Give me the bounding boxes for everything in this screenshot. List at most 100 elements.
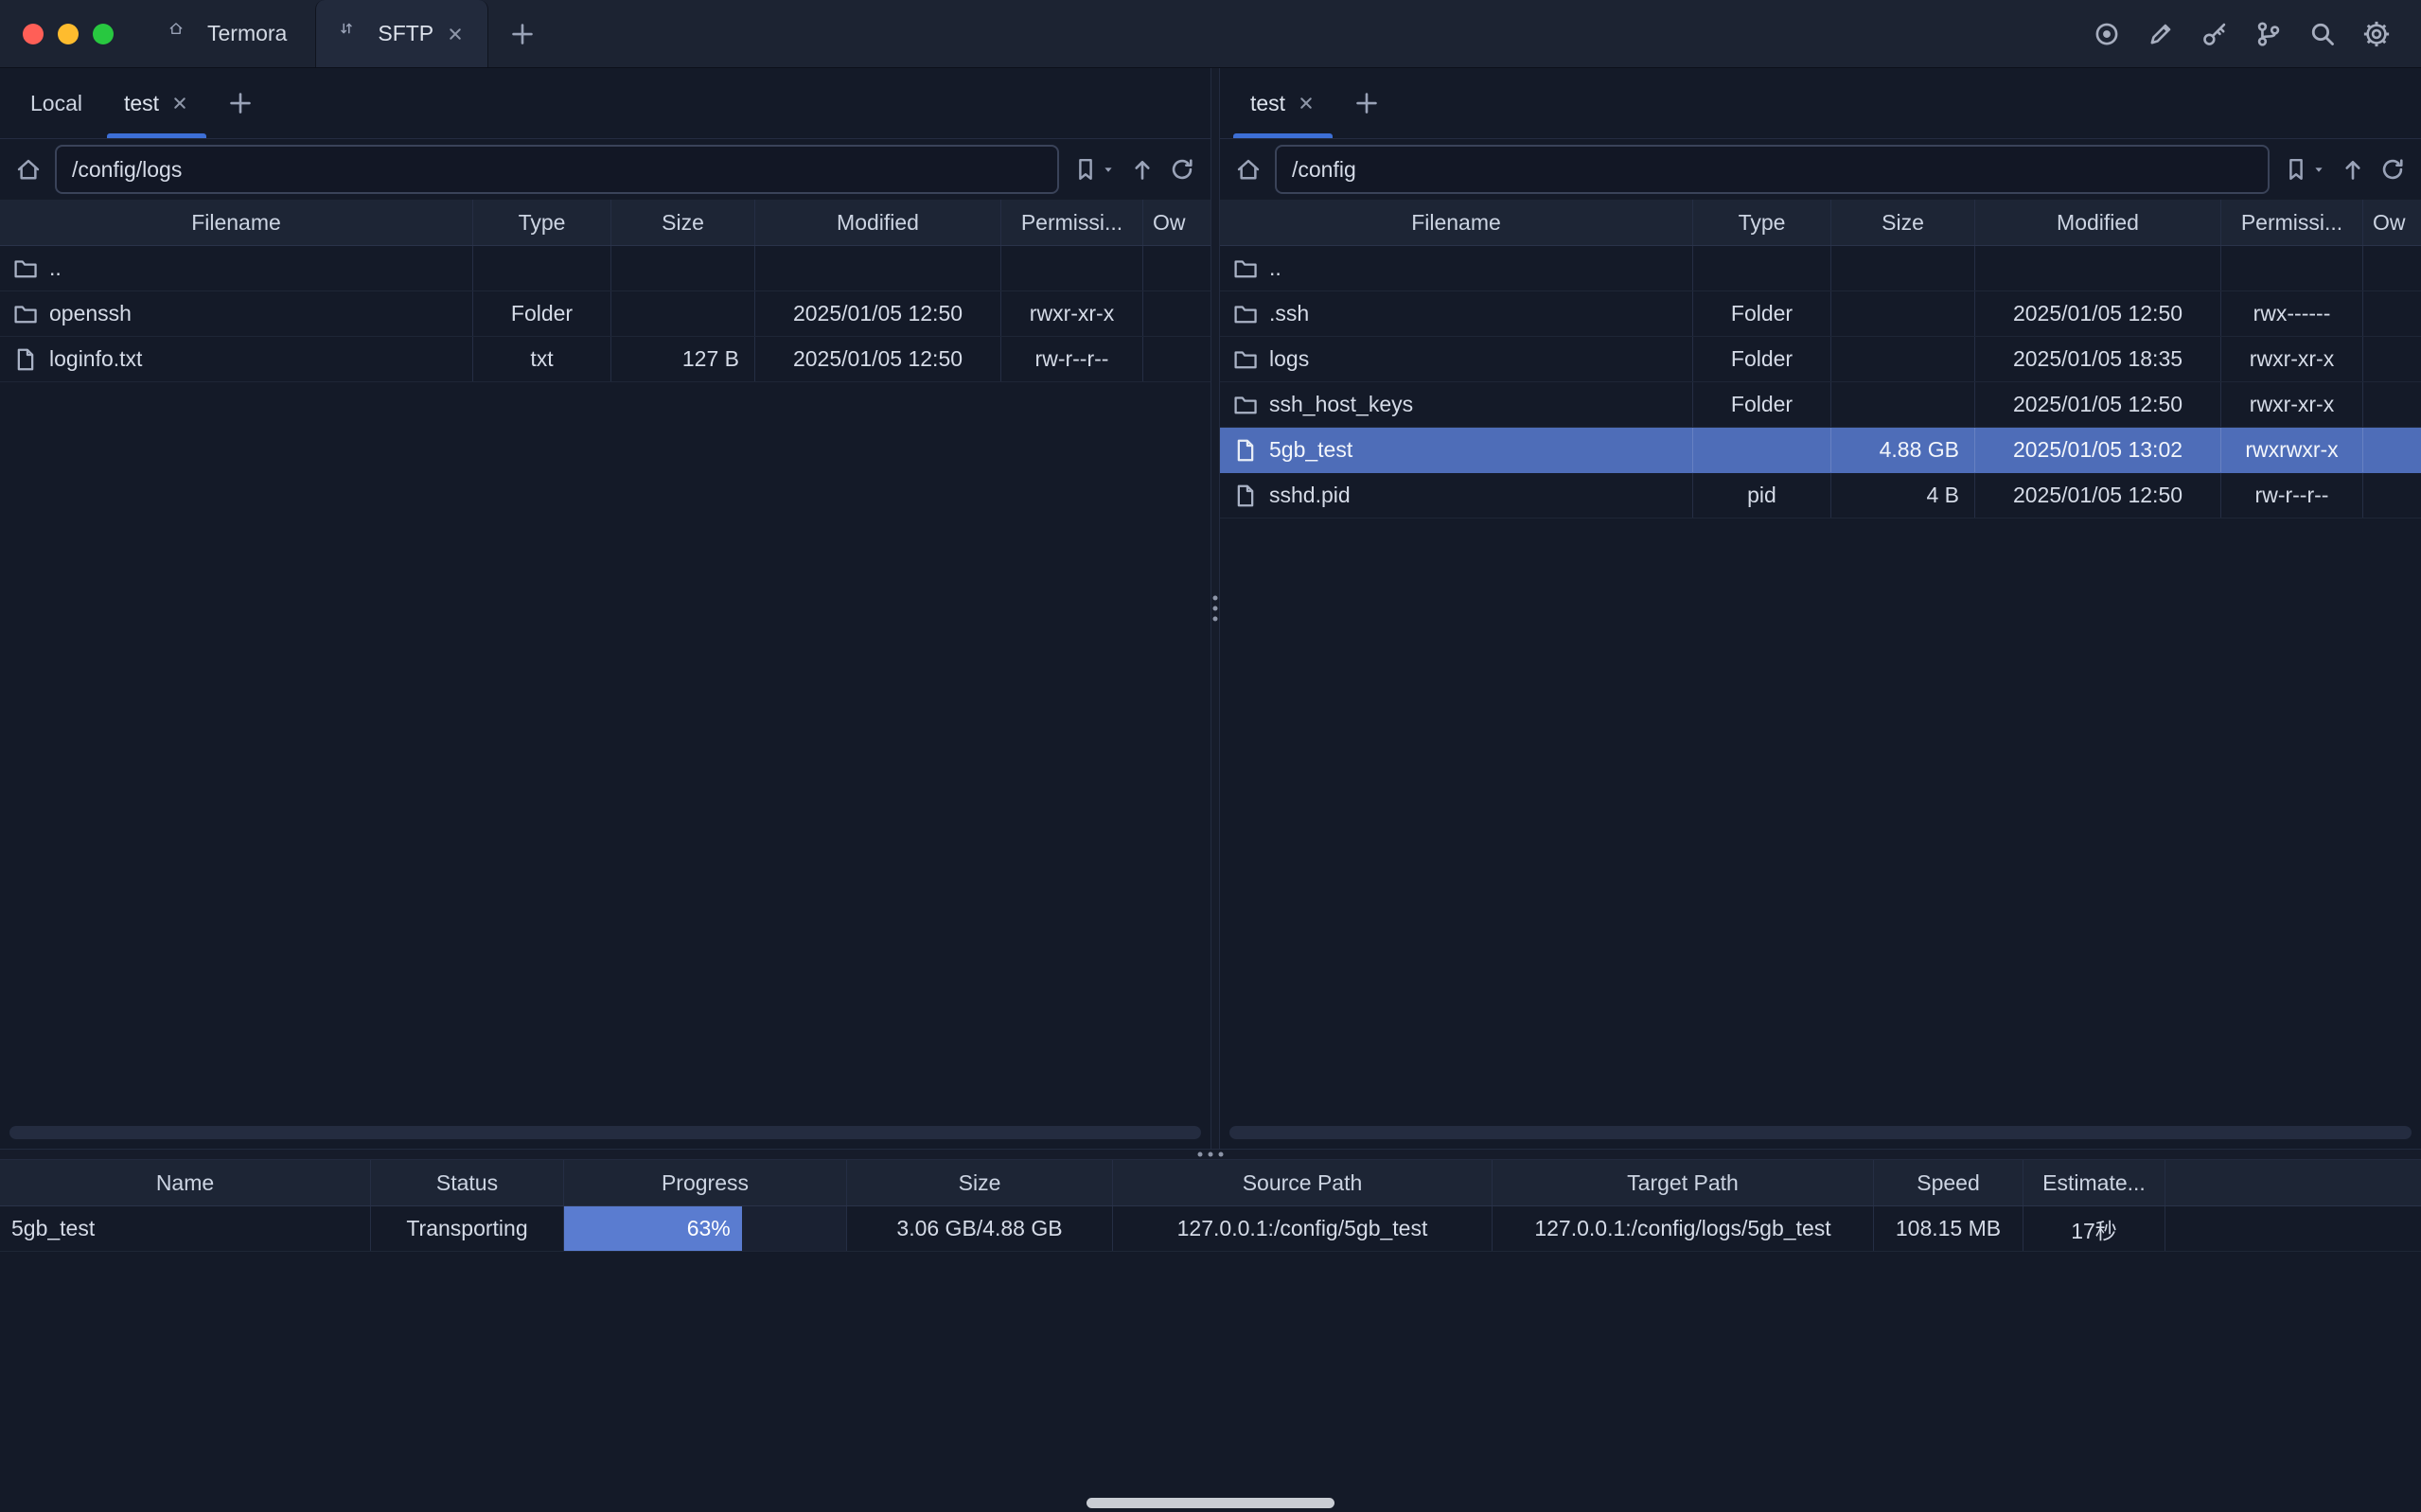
column-header-size[interactable]: Size <box>611 200 755 245</box>
file-owner <box>2363 473 2421 518</box>
column-header-speed[interactable]: Speed <box>1874 1160 2023 1205</box>
file-size: 4.88 GB <box>1831 428 1975 472</box>
home-icon <box>168 21 195 47</box>
table-row-sshd-pid[interactable]: sshd.pid pid 4 B 2025/01/05 12:50 rw-r--… <box>1220 473 2421 519</box>
table-row-openssh[interactable]: openssh Folder 2025/01/05 12:50 rwxr-xr-… <box>0 291 1210 337</box>
bookmark-icon[interactable] <box>2283 150 2309 188</box>
column-header-permissions[interactable]: Permissi... <box>2221 200 2363 245</box>
close-icon[interactable] <box>170 94 189 113</box>
right-horizontal-scrollbar[interactable] <box>1229 1126 2412 1139</box>
file-type: Folder <box>1693 337 1831 381</box>
table-row-parent-dir[interactable]: .. <box>1220 246 2421 291</box>
pane-splitter[interactable] <box>1210 68 1220 1149</box>
file-permissions: rwxr-xr-x <box>2221 382 2363 427</box>
table-row-loginfo[interactable]: loginfo.txt txt 127 B 2025/01/05 12:50 r… <box>0 337 1210 382</box>
file-owner <box>1143 246 1210 290</box>
transfer-arrows-icon <box>339 21 365 47</box>
file-type <box>1693 246 1831 290</box>
left-horizontal-scrollbar[interactable] <box>9 1126 1201 1139</box>
file-icon <box>1233 483 1258 508</box>
folder-icon <box>1233 302 1258 326</box>
file-name: logs <box>1269 346 1309 372</box>
tab-test[interactable]: test <box>103 68 210 138</box>
search-icon[interactable] <box>2308 20 2337 48</box>
column-header-modified[interactable]: Modified <box>755 200 1001 245</box>
refresh-icon[interactable] <box>1169 150 1195 188</box>
column-header-status[interactable]: Status <box>371 1160 564 1205</box>
file-name: ssh_host_keys <box>1269 392 1413 417</box>
close-window-button[interactable] <box>23 24 44 44</box>
close-icon[interactable] <box>1297 94 1316 113</box>
tab-sftp[interactable]: SFTP <box>315 0 488 67</box>
new-tab-button[interactable] <box>488 0 557 67</box>
column-header-modified[interactable]: Modified <box>1975 200 2221 245</box>
file-owner <box>2363 246 2421 290</box>
file-type: txt <box>473 337 611 381</box>
up-arrow-icon[interactable] <box>1129 150 1156 188</box>
column-header-progress[interactable]: Progress <box>564 1160 847 1205</box>
table-row-ssh-host-keys[interactable]: ssh_host_keys Folder 2025/01/05 12:50 rw… <box>1220 382 2421 428</box>
caret-down-icon[interactable] <box>2311 150 2326 188</box>
column-header-owner[interactable]: Ow <box>2363 200 2421 245</box>
folder-icon <box>13 302 38 326</box>
bookmark-icon[interactable] <box>1072 150 1099 188</box>
progress-bar-fill: 63% <box>564 1206 742 1251</box>
left-file-table: Filename Type Size Modified Permissi... … <box>0 200 1210 1149</box>
column-header-type[interactable]: Type <box>473 200 611 245</box>
edit-icon[interactable] <box>2147 20 2175 48</box>
table-row-logs-dir[interactable]: logs Folder 2025/01/05 18:35 rwxr-xr-x <box>1220 337 2421 382</box>
app-home-tab[interactable]: Termora <box>140 0 315 67</box>
home-icon[interactable] <box>1235 150 1262 188</box>
table-row-parent-dir[interactable]: .. <box>0 246 1210 291</box>
transfers-splitter[interactable] <box>0 1149 2421 1160</box>
column-header-type[interactable]: Type <box>1693 200 1831 245</box>
file-modified: 2025/01/05 12:50 <box>1975 473 2221 518</box>
column-header-permissions[interactable]: Permissi... <box>1001 200 1143 245</box>
right-path-input[interactable] <box>1275 145 2270 194</box>
record-icon[interactable] <box>2093 20 2121 48</box>
home-icon[interactable] <box>15 150 42 188</box>
zoom-window-button[interactable] <box>93 24 114 44</box>
file-modified: 2025/01/05 18:35 <box>1975 337 2221 381</box>
close-icon[interactable] <box>446 25 465 44</box>
column-header-source-path[interactable]: Source Path <box>1113 1160 1493 1205</box>
column-header-filename[interactable]: Filename <box>0 200 473 245</box>
settings-icon[interactable] <box>2362 20 2391 48</box>
file-size <box>611 246 755 290</box>
table-row-ssh-dir[interactable]: .ssh Folder 2025/01/05 12:50 rwx------ <box>1220 291 2421 337</box>
file-permissions: rwx------ <box>2221 291 2363 336</box>
refresh-icon[interactable] <box>2379 150 2406 188</box>
column-header-name[interactable]: Name <box>0 1160 371 1205</box>
column-header-size[interactable]: Size <box>847 1160 1113 1205</box>
file-permissions: rw-r--r-- <box>2221 473 2363 518</box>
file-permissions <box>2221 246 2363 290</box>
file-name: .. <box>1269 255 1281 281</box>
column-header-estimate[interactable]: Estimate... <box>2023 1160 2165 1205</box>
column-header-owner[interactable]: Ow <box>1143 200 1210 245</box>
file-name: .. <box>49 255 62 281</box>
minimize-window-button[interactable] <box>58 24 79 44</box>
column-header-filename[interactable]: Filename <box>1220 200 1693 245</box>
file-name: openssh <box>49 301 132 326</box>
new-pane-tab-button[interactable] <box>1336 68 1397 138</box>
caret-down-icon[interactable] <box>1101 150 1116 188</box>
column-header-target-path[interactable]: Target Path <box>1493 1160 1874 1205</box>
transfer-speed: 108.15 MB <box>1874 1206 2023 1251</box>
file-type <box>1693 428 1831 472</box>
file-name: 5gb_test <box>1269 437 1352 463</box>
sftp-split-view: Local test Filename Type Siz <box>0 68 2421 1149</box>
file-permissions: rwxr-xr-x <box>1001 291 1143 336</box>
tab-local[interactable]: Local <box>9 68 103 138</box>
transfer-row-5gb-test[interactable]: 5gb_test Transporting 63% 3.06 GB/4.88 G… <box>0 1206 2421 1252</box>
git-branch-icon[interactable] <box>2254 20 2283 48</box>
left-pane-tabs: Local test <box>0 68 1210 139</box>
key-icon[interactable] <box>2200 20 2229 48</box>
file-size <box>611 291 755 336</box>
new-pane-tab-button[interactable] <box>210 68 271 138</box>
left-path-input[interactable] <box>55 145 1059 194</box>
table-row-5gb-test-selected[interactable]: 5gb_test 4.88 GB 2025/01/05 13:02 rwxrwx… <box>1220 428 2421 473</box>
tab-test[interactable]: test <box>1229 68 1336 138</box>
up-arrow-icon[interactable] <box>2340 150 2366 188</box>
column-header-size[interactable]: Size <box>1831 200 1975 245</box>
file-size <box>1831 382 1975 427</box>
